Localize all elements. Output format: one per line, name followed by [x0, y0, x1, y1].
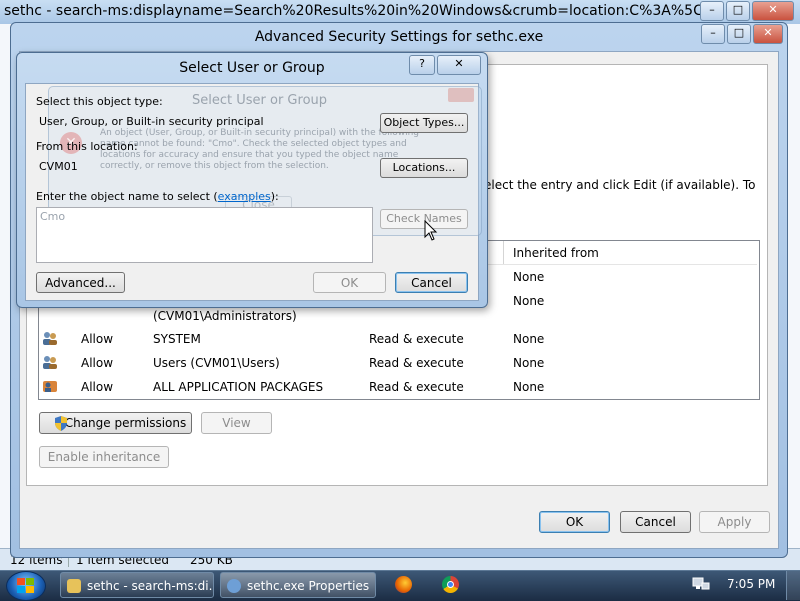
row-3-type: Allow [81, 332, 114, 346]
chrome-icon[interactable] [442, 576, 459, 593]
taskbar-item-explorer[interactable]: sethc - search-ms:di... [60, 572, 214, 598]
firefox-icon[interactable] [395, 576, 412, 593]
folder-icon [67, 579, 81, 593]
adv-maximize-button[interactable]: □ [727, 24, 751, 44]
app-packages-icon [43, 381, 57, 392]
location-value: CVM01 [39, 160, 78, 173]
close-icon: ✕ [454, 57, 464, 70]
adv-ok-button[interactable]: OK [539, 511, 610, 533]
network-icon[interactable] [692, 577, 710, 593]
help-icon: ? [419, 57, 425, 70]
object-name-input[interactable]: Cmo [36, 207, 373, 263]
close-window-button[interactable]: ✕ [752, 1, 794, 21]
enter-name-suffix: ): [270, 190, 279, 203]
adv-close-button[interactable]: ✕ [753, 24, 783, 44]
object-type-value: User, Group, or Built-in security princi… [39, 115, 264, 128]
row-3-principal: SYSTEM [153, 332, 201, 346]
row-3-access: Read & execute [369, 332, 464, 346]
object-type-label: Select this object type: [36, 95, 163, 108]
row-5-type: Allow [81, 380, 114, 394]
row-4-type: Allow [81, 356, 114, 370]
properties-icon [227, 579, 241, 593]
location-field: CVM01 [36, 158, 372, 176]
maximize-button[interactable]: □ [726, 1, 750, 21]
select-cancel-button[interactable]: Cancel [395, 272, 468, 293]
row-4-inherited: None [513, 356, 545, 370]
column-header-inherited[interactable]: Inherited from [513, 246, 599, 260]
row-2-principal: (CVM01\Administrators) [153, 309, 297, 323]
row-2-inherited: None [513, 294, 545, 308]
enter-name-label: Enter the object name to select (example… [36, 190, 279, 203]
enable-inheritance-button[interactable]: Enable inheritance [39, 446, 169, 468]
maximize-icon: □ [733, 26, 745, 39]
location-label: From this location: [36, 140, 138, 153]
object-types-button[interactable]: Object Types... [380, 113, 468, 133]
maximize-icon: □ [732, 3, 744, 16]
instruction-text: elect the entry and click Edit (if avail… [484, 178, 756, 192]
shield-icon [55, 416, 67, 431]
minimize-icon: – [709, 3, 715, 16]
mouse-cursor-icon [424, 220, 438, 241]
users-icon [43, 332, 57, 345]
adv-cancel-button[interactable]: Cancel [620, 511, 691, 533]
select-ok-button[interactable]: OK [313, 272, 386, 293]
row-3-inherited: None [513, 332, 545, 346]
close-icon: ✕ [763, 26, 773, 39]
row-1-inherited: None [513, 270, 545, 284]
dialog-close-button[interactable]: ✕ [437, 55, 481, 75]
taskbar-clock[interactable]: 7:05 PM [727, 577, 775, 591]
close-icon: ✕ [768, 3, 778, 16]
row-4-principal: Users (CVM01\Users) [153, 356, 280, 370]
explorer-window-title: sethc - search-ms:displayname=Search%20R… [4, 3, 734, 19]
taskbar-item-explorer-label: sethc - search-ms:di... [87, 579, 214, 593]
adv-minimize-button[interactable]: – [701, 24, 725, 44]
taskbar-item-properties-label: sethc.exe Properties [247, 579, 370, 593]
start-button[interactable] [6, 571, 46, 601]
ghost-dialog-title: Select User or Group [192, 93, 328, 108]
minimize-button[interactable]: – [700, 1, 724, 21]
view-button[interactable]: View [201, 412, 272, 434]
change-permissions-button[interactable]: Change permissions [39, 412, 192, 434]
adv-apply-button[interactable]: Apply [699, 511, 770, 533]
column-divider [503, 241, 504, 264]
object-type-field: User, Group, or Built-in security princi… [36, 113, 372, 131]
help-button[interactable]: ? [409, 55, 435, 75]
row-5-access: Read & execute [369, 380, 464, 394]
advanced-button[interactable]: Advanced... [36, 272, 125, 293]
show-desktop-button[interactable] [786, 571, 800, 600]
advanced-security-title: Advanced Security Settings for sethc.exe [254, 29, 544, 45]
row-5-principal: ALL APPLICATION PACKAGES [153, 380, 324, 394]
enter-name-prefix: Enter the object name to select ( [36, 190, 218, 203]
taskbar-item-properties[interactable]: sethc.exe Properties [220, 572, 376, 598]
row-5-inherited: None [513, 380, 545, 394]
object-name-value: Cmo [40, 210, 66, 223]
locations-button[interactable]: Locations... [380, 158, 468, 178]
windows-logo-icon [17, 578, 34, 593]
users-icon [43, 356, 57, 369]
examples-link[interactable]: examples [218, 190, 271, 203]
ghost-close-icon [448, 88, 474, 102]
change-permissions-label: Change permissions [64, 416, 187, 430]
minimize-icon: – [710, 26, 716, 39]
row-4-access: Read & execute [369, 356, 464, 370]
